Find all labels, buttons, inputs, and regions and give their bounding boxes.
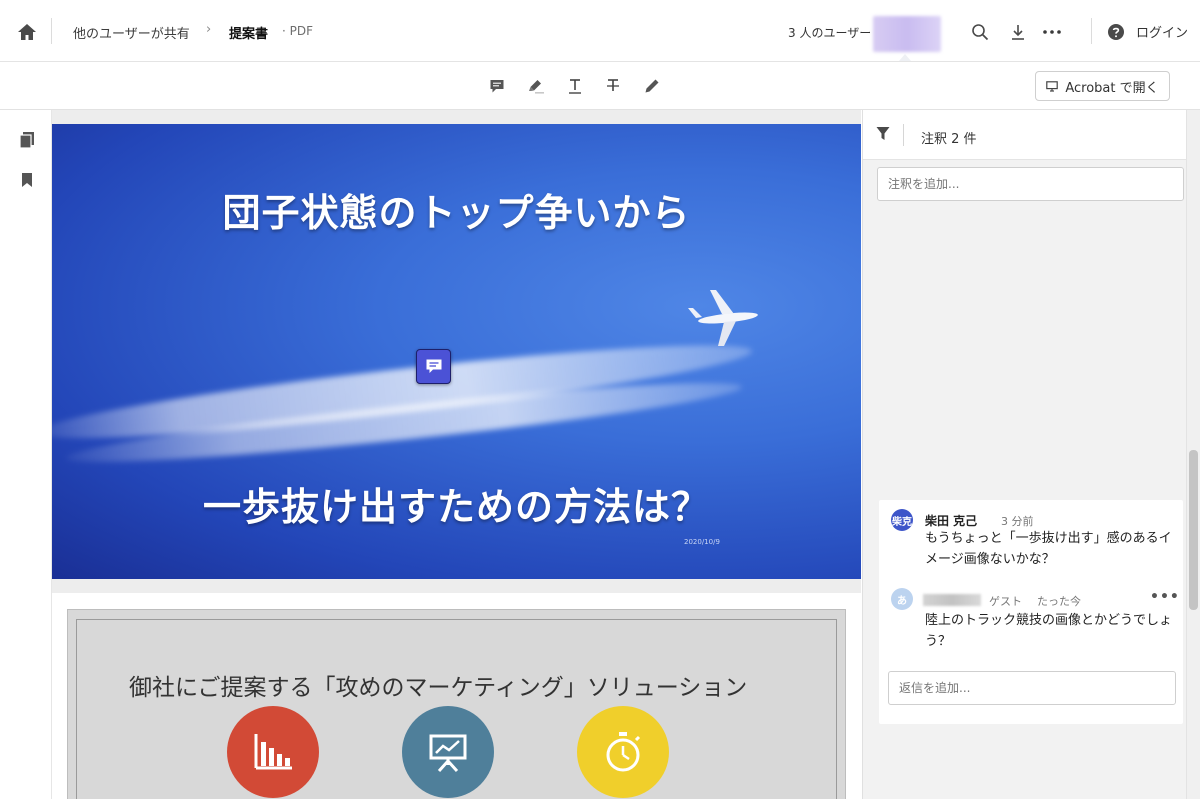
comment-time: 3 分前 bbox=[1001, 515, 1034, 528]
page-2: 御社にご提案する「攻めのマーケティング」ソリューション bbox=[52, 593, 861, 799]
comment-body: もうちょっと「一歩抜け出す」感のあるイメージ画像ないかな？ bbox=[925, 531, 1172, 567]
app-header: 他のユーザーが共有 › 提案書 · PDF 3 人のユーザー ログイン bbox=[0, 0, 1200, 62]
filter-button[interactable] bbox=[876, 126, 890, 145]
slide-title-line2: 一歩抜け出すための方法は？ bbox=[202, 485, 710, 529]
slide-date: 2020/10/9 bbox=[684, 538, 720, 546]
presentation-icon bbox=[429, 734, 467, 773]
open-in-acrobat-label: Acrobat で開く bbox=[1065, 80, 1159, 96]
panel-scrollbar[interactable] bbox=[1186, 110, 1200, 799]
user-avatars[interactable] bbox=[873, 16, 941, 52]
slide-1: 団子状態のトップ争いから 一歩抜け出すための方法は？ 2020/10/9 bbox=[52, 124, 861, 579]
header-divider bbox=[1091, 18, 1092, 44]
comment-marker[interactable] bbox=[416, 349, 451, 384]
pages-icon bbox=[19, 132, 34, 149]
pencil-icon bbox=[645, 79, 659, 93]
add-comment-input[interactable] bbox=[877, 167, 1184, 201]
text-underline-icon bbox=[569, 79, 581, 94]
annotation-toolbar: Acrobat で開く bbox=[0, 62, 1200, 110]
slide-title-line1: 団子状態のトップ争いから bbox=[222, 191, 691, 235]
stopwatch-circle bbox=[577, 706, 669, 798]
help-icon bbox=[1108, 24, 1124, 40]
bar-chart-icon bbox=[254, 734, 292, 770]
comments-panel: 注釈 2 件 柴克 柴田 克己 3 分前 もうちょっと「一歩抜け出す」感のあるイ… bbox=[862, 110, 1187, 799]
underline-tool[interactable] bbox=[563, 74, 587, 98]
document-viewer[interactable]: 団子状態のトップ争いから 一歩抜け出すための方法は？ 2020/10/9 御社に… bbox=[52, 110, 861, 799]
shared-users-count[interactable]: 3 人のユーザー bbox=[788, 24, 871, 41]
highlight-tool[interactable] bbox=[524, 74, 548, 98]
open-in-acrobat-button[interactable]: Acrobat で開く bbox=[1035, 71, 1170, 101]
comment-body: 陸上のトラック競技の画像とかどうでしょう？ bbox=[925, 613, 1173, 649]
text-strikethrough-icon bbox=[607, 79, 619, 91]
search-button[interactable] bbox=[968, 20, 992, 44]
add-comment-tool[interactable] bbox=[485, 74, 509, 98]
presentation-circle bbox=[402, 706, 494, 798]
chart-circle bbox=[227, 706, 319, 798]
help-button[interactable] bbox=[1104, 20, 1128, 44]
strikethrough-tool[interactable] bbox=[601, 74, 625, 98]
stopwatch-icon bbox=[606, 732, 641, 772]
comment-author-redacted bbox=[923, 594, 981, 606]
slide-2: 御社にご提案する「攻めのマーケティング」ソリューション bbox=[67, 609, 846, 799]
comment-thread[interactable]: 柴克 柴田 克己 3 分前 もうちょっと「一歩抜け出す」感のあるイメージ画像ない… bbox=[879, 500, 1183, 724]
download-button[interactable] bbox=[1006, 20, 1030, 44]
scrollbar-thumb[interactable] bbox=[1189, 450, 1198, 610]
header-divider bbox=[51, 18, 52, 44]
bookmark-icon bbox=[22, 173, 32, 187]
comment-icon bbox=[426, 359, 441, 373]
slide-2-title: 御社にご提案する「攻めのマーケティング」ソリューション bbox=[129, 675, 748, 701]
reply-input[interactable] bbox=[888, 671, 1176, 705]
monitor-icon bbox=[1046, 80, 1059, 92]
comment-author: 柴田 克己 bbox=[925, 514, 978, 528]
more-icon bbox=[1043, 30, 1061, 34]
comment-more-button[interactable]: ••• bbox=[1150, 589, 1180, 605]
highlighter-icon bbox=[529, 80, 544, 94]
panel-divider bbox=[903, 124, 904, 146]
more-options-button[interactable] bbox=[1040, 20, 1064, 44]
comment-time: たった今 bbox=[1037, 595, 1081, 608]
breadcrumb-shared[interactable]: 他のユーザーが共有 bbox=[73, 23, 190, 42]
comment-count: 注釈 2 件 bbox=[921, 132, 977, 147]
filter-icon bbox=[876, 127, 890, 140]
login-link[interactable]: ログイン bbox=[1136, 22, 1188, 41]
page-thumbnails-button[interactable] bbox=[18, 130, 36, 150]
home-icon bbox=[18, 24, 36, 40]
breadcrumb-separator: › bbox=[206, 22, 212, 37]
home-button[interactable] bbox=[14, 19, 40, 45]
search-icon bbox=[972, 24, 989, 41]
avatar: 柴克 bbox=[891, 509, 913, 531]
comments-panel-header: 注釈 2 件 bbox=[863, 110, 1187, 160]
left-rail bbox=[0, 110, 52, 799]
slide-2-frame: 御社にご提案する「攻めのマーケティング」ソリューション bbox=[76, 619, 837, 799]
document-type: · PDF bbox=[282, 24, 314, 38]
document-name: 提案書 bbox=[229, 27, 269, 42]
avatar-caret bbox=[899, 54, 911, 61]
avatar: あ bbox=[891, 588, 913, 610]
comment-icon bbox=[490, 80, 504, 93]
comment-author-role: ゲスト bbox=[989, 595, 1022, 608]
draw-tool[interactable] bbox=[640, 74, 664, 98]
airplane-image bbox=[688, 290, 758, 346]
bookmarks-button[interactable] bbox=[18, 170, 36, 190]
download-icon bbox=[1012, 25, 1024, 40]
